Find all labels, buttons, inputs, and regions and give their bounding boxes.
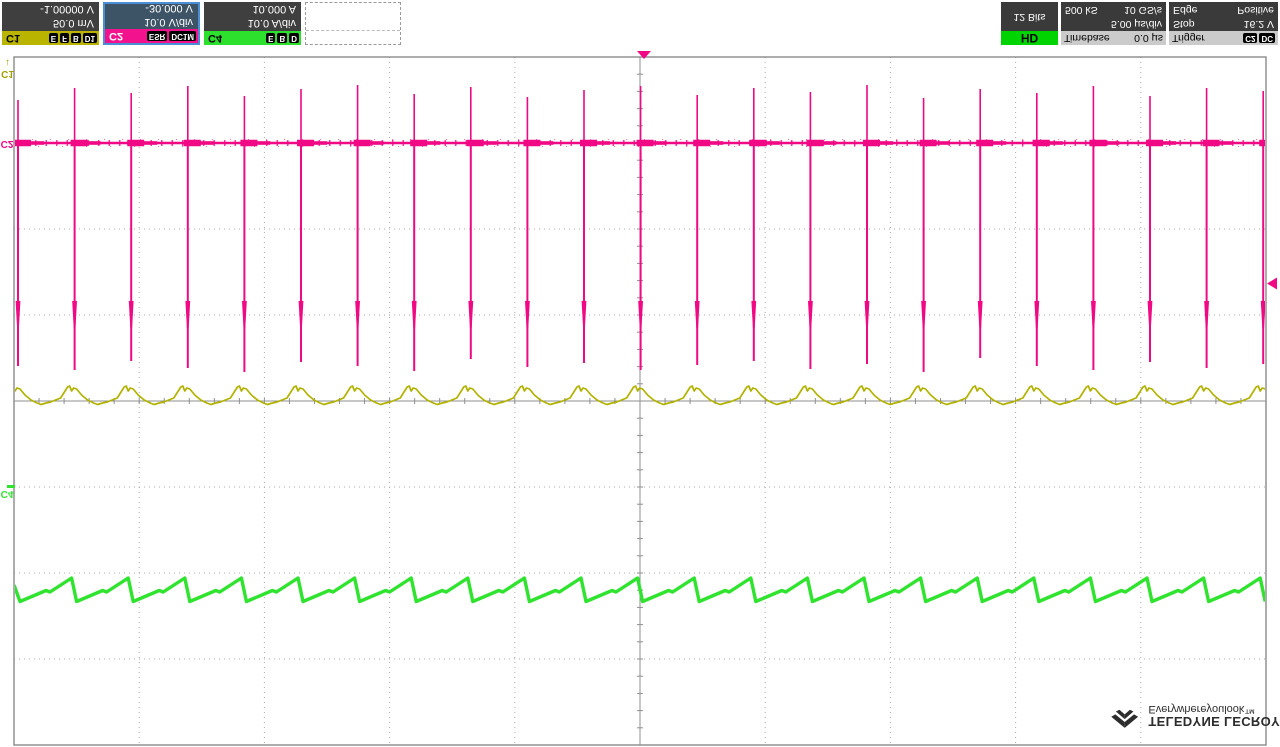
oscilloscope-screen: C1 EFBD1 50.0 mV -1.00000 V C2 ESRDC1M 1… (0, 0, 1280, 747)
c1-label: C1 (6, 32, 20, 45)
badge: DC (1259, 33, 1275, 43)
c4-marker-label: C4 (0, 488, 14, 499)
teledyne-lecroy-logo: TELEDYNE LECROY Everywhereyoulook™ (1106, 688, 1280, 742)
trigger-slope: Positive (1237, 3, 1274, 17)
c2-scale: 10.0 V/div (105, 15, 193, 29)
channel-descriptor-c2-selected[interactable]: C2 ESRDC1M 10.0 V/div -30.000 V (103, 2, 200, 45)
c2-strip: C2 ESRDC1M (105, 29, 198, 43)
logo-tagline: Everywhereyoulook™ (1148, 702, 1280, 715)
badge: E (266, 33, 275, 43)
trigger-type: Edge (1173, 3, 1198, 17)
logo-text: TELEDYNE LECROY Everywhereyoulook™ (1148, 702, 1280, 728)
channel-descriptor-empty-slot (305, 2, 401, 45)
logo-brand: TELEDYNE LECROY (1148, 715, 1280, 728)
c2-marker-label: C2 (0, 138, 14, 149)
c1-zero-marker[interactable]: C1 ↓ (1, 57, 14, 79)
badge: F (60, 33, 69, 43)
trigger-strip: Trigger C2DC (1169, 31, 1278, 45)
c1-strip: C1 EFBD1 (2, 31, 99, 45)
c2-values: 10.0 V/div -30.000 V (105, 1, 198, 29)
trigger-box[interactable]: Trigger C2DC Stop 16.2 V Edge Positive (1169, 2, 1278, 45)
hd-mode-label: HD (1001, 31, 1058, 45)
adc-bits: 12 Bits (1001, 10, 1058, 31)
badge: D1 (83, 33, 97, 43)
badge: DC1M (169, 31, 196, 41)
channel-descriptor-c1[interactable]: C1 EFBD1 50.0 mV -1.00000 V (2, 2, 99, 45)
c4-scale: 10.0 A/div (204, 16, 296, 30)
c1-values: 50.0 mV -1.00000 V (2, 2, 99, 31)
c1-marker-label: C1 (1, 68, 14, 79)
trigger-type-row: Edge Positive (1169, 3, 1278, 17)
c2-label: C2 (109, 30, 123, 43)
acquisition-hd-box[interactable]: HD 12 Bits (1001, 2, 1058, 45)
badge: ESR (147, 31, 167, 41)
badge: D (289, 33, 299, 43)
c1-badges: EFBD1 (49, 33, 97, 43)
timebase-samples: 500 kS (1065, 3, 1098, 17)
trigger-source-badges: C2DC (1243, 33, 1275, 43)
c4-offset: 10.000 A (204, 2, 296, 16)
timebase-offset: 0.0 µs (1134, 32, 1163, 44)
timebase-scale: 5.00 µs/div (1061, 17, 1166, 31)
badge: B (71, 33, 81, 43)
trigger-level: 16.2 V (1244, 17, 1274, 31)
c4-zero-marker[interactable]: C4 (0, 488, 14, 499)
c2-offset: -30.000 V (105, 1, 193, 15)
timebase-sampling: 500 kS 10 GS/s (1061, 3, 1166, 17)
c2-badges: ESRDC1M (147, 31, 196, 41)
badge: E (49, 33, 58, 43)
timebase-box[interactable]: Timebase 0.0 µs 5.00 µs/div 500 kS 10 GS… (1061, 2, 1166, 45)
c1-scale: 50.0 mV (2, 16, 94, 30)
c4-strip: C4 EBD (204, 31, 301, 45)
c4-label: C4 (208, 32, 222, 45)
c1-offscreen-arrow-icon: ↓ (1, 57, 14, 68)
trigger-mode: Stop (1173, 17, 1195, 31)
c2-zero-marker[interactable]: C2 (0, 138, 14, 149)
teledyne-wings-icon (1106, 693, 1143, 737)
waveform-graticule-canvas (0, 0, 1280, 747)
trigger-position-marker[interactable] (637, 51, 651, 59)
badge: C2 (1243, 33, 1257, 43)
c1-offset: -1.00000 V (2, 2, 94, 16)
c4-badges: EBD (266, 33, 299, 43)
timebase-title: Timebase (1064, 32, 1110, 44)
empty-slot-strip (306, 30, 400, 44)
trigger-state-row: Stop 16.2 V (1169, 17, 1278, 31)
badge: B (277, 33, 287, 43)
timebase-rate: 10 GS/s (1124, 3, 1162, 17)
trigger-level-marker[interactable] (1267, 278, 1277, 290)
c4-values: 10.0 A/div 10.000 A (204, 2, 301, 31)
trigger-title: Trigger (1172, 32, 1205, 44)
channel-descriptor-c4[interactable]: C4 EBD 10.0 A/div 10.000 A (204, 2, 301, 45)
timebase-strip: Timebase 0.0 µs (1061, 31, 1166, 45)
